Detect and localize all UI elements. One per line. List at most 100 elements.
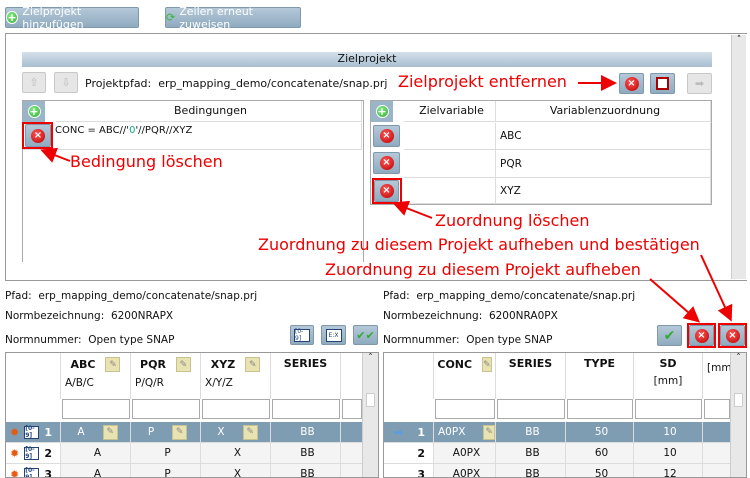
cell-value: A0PX	[452, 447, 481, 459]
cell-value: A0PX	[452, 468, 481, 478]
table-cell[interactable]: P	[131, 464, 201, 477]
column-filter-input[interactable]	[202, 399, 270, 419]
row-header[interactable]: ✹ [0-9] 3	[6, 464, 61, 477]
table-cell[interactable]: A0PX	[434, 464, 496, 478]
edit-icon[interactable]: ✎	[102, 424, 118, 440]
column-header[interactable]	[341, 353, 363, 399]
table-cell[interactable]: 12	[634, 464, 703, 477]
edit-icon[interactable]: ✎	[175, 357, 191, 372]
table-cell[interactable]: A0PX	[434, 443, 496, 464]
column-filter-input[interactable]	[567, 399, 633, 419]
table-cell[interactable]: 50	[566, 464, 634, 477]
column-filter-input[interactable]	[62, 399, 130, 419]
row-header[interactable]: ✹ [0-9] 2	[6, 443, 61, 464]
column-filter-input[interactable]	[132, 399, 200, 419]
table-cell[interactable]: BB	[496, 464, 566, 477]
table-cell[interactable]: BB	[496, 422, 566, 443]
left-name: 6200NRAPX	[110, 310, 174, 322]
edit-icon[interactable]: ✎	[483, 424, 495, 440]
condition-row[interactable]: CONC = ABC//' 0 '//PQR//XYZ	[23, 123, 362, 150]
path-label: Projektpfad:	[85, 77, 152, 90]
table-cell[interactable]: P	[131, 443, 201, 464]
column-header[interactable]: XYZ ✎ X/Y/Z	[201, 353, 271, 399]
expression-button[interactable]: E:X	[321, 325, 346, 345]
open-project-button[interactable]	[650, 73, 675, 94]
mapping-source[interactable]: ABC	[496, 123, 711, 150]
edit-icon[interactable]: ✎	[482, 357, 492, 372]
table-cell[interactable]: BB	[496, 443, 566, 464]
column-header[interactable]: [mm	[703, 353, 732, 399]
edit-icon[interactable]: ✎	[172, 424, 188, 440]
table-cell[interactable]	[341, 443, 363, 464]
mapping-source[interactable]: PQR	[496, 150, 711, 178]
cell-value: P	[164, 447, 171, 459]
column-header[interactable]: SERIES	[496, 353, 566, 399]
table-cell[interactable]: 10	[634, 422, 703, 443]
table-cell[interactable]: BB	[271, 422, 341, 443]
reassign-rows-button[interactable]: ⟳ Zeilen erneut zuweisen	[165, 5, 301, 31]
column-subtitle: A/B/C	[65, 377, 94, 389]
check-all-button[interactable]: ✔✔	[353, 325, 378, 345]
add-mapping-button[interactable]: +	[371, 101, 393, 122]
panel-scrollbar[interactable]: ˄	[731, 35, 746, 279]
mapping-source[interactable]: XYZ	[496, 178, 711, 204]
mapping-target[interactable]	[404, 178, 496, 204]
window-icon	[656, 77, 669, 90]
mapping-target[interactable]	[404, 150, 496, 178]
column-filter-input[interactable]	[272, 399, 340, 419]
plus-icon: +	[27, 105, 41, 118]
add-target-project-button[interactable]: + Zielprojekt hinzufügen	[5, 5, 139, 31]
add-condition-button[interactable]: +	[23, 101, 45, 122]
column-filter-input[interactable]	[435, 399, 495, 419]
delete-mapping-button[interactable]: ×	[373, 125, 400, 147]
column-filter-input[interactable]	[497, 399, 565, 419]
column-title-text: ABC	[70, 358, 96, 371]
table-cell[interactable]: X	[201, 443, 271, 464]
grid-scrollbar[interactable]: ˄	[730, 353, 746, 477]
table-cell[interactable]	[341, 422, 363, 443]
cell-value: A0PX	[438, 426, 466, 438]
column-title-text: SERIES	[508, 357, 553, 370]
table-cell[interactable]: A ✎	[61, 422, 131, 443]
table-cell[interactable]	[341, 464, 363, 477]
column-header[interactable]: SERIES	[271, 353, 341, 399]
column-header[interactable]: CONC ✎	[434, 353, 496, 399]
column-filter-input[interactable]	[704, 399, 730, 419]
delete-mapping-button[interactable]: ×	[373, 152, 400, 174]
confirm-button[interactable]: ✔	[657, 325, 682, 346]
column-header[interactable]: PQR ✎ P/Q/R	[131, 353, 201, 399]
table-cell[interactable]: A	[61, 443, 131, 464]
table-cell[interactable]: A0PX ✎	[434, 422, 496, 443]
table-cell[interactable]: P ✎	[131, 422, 201, 443]
remove-target-button[interactable]: ×	[619, 73, 644, 94]
column-header[interactable]: SD [mm]	[634, 353, 703, 399]
table-cell[interactable]: 50	[566, 422, 634, 443]
edit-icon[interactable]: ✎	[245, 357, 261, 372]
variable-button[interactable]: [0-9]	[290, 325, 314, 345]
row-header[interactable]: ➡ 1	[384, 422, 434, 443]
mapping-target[interactable]	[404, 123, 496, 150]
table-cell[interactable]: X	[201, 464, 271, 477]
row-header[interactable]: ✹ [0-9] 1	[6, 422, 61, 443]
table-cell[interactable]	[703, 443, 731, 464]
table-cell[interactable]: 60	[566, 443, 634, 464]
grid-scrollbar[interactable]: ˄	[362, 353, 378, 477]
table-cell[interactable]: BB	[271, 443, 341, 464]
table-cell[interactable]: BB	[271, 464, 341, 477]
row-header[interactable]: 2	[384, 443, 434, 464]
move-up-button[interactable]: ⇧	[22, 72, 46, 93]
table-cell[interactable]	[703, 464, 731, 477]
edit-icon[interactable]: ✎	[105, 357, 121, 372]
row-header[interactable]: 3	[384, 464, 434, 477]
column-filter-input[interactable]	[635, 399, 702, 419]
table-cell[interactable]	[703, 422, 731, 443]
column-header[interactable]: ABC ✎ A/B/C	[61, 353, 131, 399]
column-filter-input[interactable]	[342, 399, 362, 419]
edit-icon[interactable]: ✎	[242, 424, 258, 440]
column-header[interactable]: TYPE	[566, 353, 634, 399]
move-down-button[interactable]: ⇩	[54, 72, 78, 93]
table-cell[interactable]: X ✎	[201, 422, 271, 443]
forward-button[interactable]: ➡	[687, 73, 712, 94]
table-cell[interactable]: A	[61, 464, 131, 477]
table-cell[interactable]: 10	[634, 443, 703, 464]
